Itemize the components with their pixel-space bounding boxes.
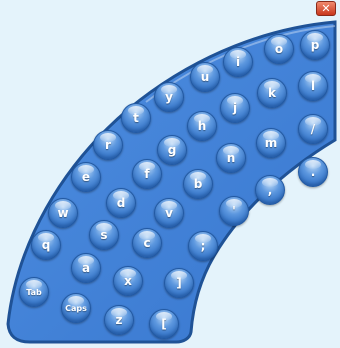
key-caps[interactable]: Caps — [61, 293, 91, 323]
key-label: a — [81, 261, 91, 275]
key-label: r — [105, 138, 111, 152]
key-label: s — [100, 228, 108, 242]
key-label: k — [268, 86, 276, 100]
key-label: v — [165, 206, 173, 220]
key-slash[interactable]: / — [298, 114, 328, 144]
key-label: e — [81, 170, 91, 184]
close-icon: ✕ — [321, 2, 331, 15]
key-x[interactable]: x — [113, 266, 143, 296]
key-label: b — [193, 177, 203, 191]
key-label: o — [274, 42, 284, 56]
key-left-bracket[interactable]: [ — [149, 309, 179, 339]
key-label: ; — [200, 239, 206, 253]
key-t[interactable]: t — [121, 103, 151, 133]
key-z[interactable]: z — [104, 305, 134, 335]
key-label: Caps — [65, 303, 87, 313]
key-label: p — [310, 38, 320, 52]
key-label: Tab — [26, 287, 42, 297]
close-button[interactable]: ✕ — [316, 1, 336, 16]
key-apostrophe[interactable]: ' — [219, 196, 249, 226]
key-label: h — [197, 119, 207, 133]
key-s[interactable]: s — [89, 220, 119, 250]
key-n[interactable]: n — [216, 143, 246, 173]
key-semicolon[interactable]: ; — [188, 231, 218, 261]
key-l[interactable]: l — [298, 71, 328, 101]
key-a[interactable]: a — [71, 253, 101, 283]
key-label: y — [165, 90, 173, 104]
key-label: ] — [176, 276, 182, 290]
key-label: f — [144, 167, 150, 181]
key-u[interactable]: u — [190, 62, 220, 92]
key-f[interactable]: f — [132, 159, 162, 189]
key-comma[interactable]: , — [255, 175, 285, 205]
key-label: , — [267, 183, 273, 197]
key-j[interactable]: j — [220, 93, 250, 123]
key-label: [ — [161, 317, 167, 331]
key-label: g — [167, 143, 177, 157]
key-label: u — [200, 70, 210, 84]
key-q[interactable]: q — [31, 230, 61, 260]
key-k[interactable]: k — [257, 78, 287, 108]
key-w[interactable]: w — [48, 198, 78, 228]
key-b[interactable]: b — [183, 169, 213, 199]
key-label: m — [264, 136, 278, 150]
key-o[interactable]: o — [264, 34, 294, 64]
key-tab[interactable]: Tab — [19, 277, 49, 307]
key-d[interactable]: d — [106, 188, 136, 218]
key-label: j — [232, 101, 238, 115]
key-v[interactable]: v — [154, 198, 184, 228]
key-c[interactable]: c — [132, 228, 162, 258]
key-y[interactable]: y — [154, 82, 184, 112]
key-e[interactable]: e — [71, 162, 101, 192]
key-label: i — [235, 55, 241, 69]
key-right-bracket[interactable]: ] — [164, 268, 194, 298]
key-label: t — [133, 111, 139, 125]
key-label: . — [310, 165, 316, 179]
key-label: z — [115, 313, 123, 327]
key-label: n — [226, 151, 236, 165]
key-label: x — [124, 274, 132, 288]
key-r[interactable]: r — [93, 130, 123, 160]
key-label: w — [57, 206, 69, 220]
key-label: / — [310, 122, 316, 136]
key-period[interactable]: . — [298, 157, 328, 187]
key-p[interactable]: p — [300, 30, 330, 60]
key-label: l — [310, 79, 316, 93]
key-label: q — [41, 238, 51, 252]
key-g[interactable]: g — [157, 135, 187, 165]
key-m[interactable]: m — [256, 128, 286, 158]
key-label: ' — [232, 204, 236, 218]
key-label: c — [143, 236, 151, 250]
key-h[interactable]: h — [187, 111, 217, 141]
key-i[interactable]: i — [223, 47, 253, 77]
key-label: d — [116, 196, 126, 210]
